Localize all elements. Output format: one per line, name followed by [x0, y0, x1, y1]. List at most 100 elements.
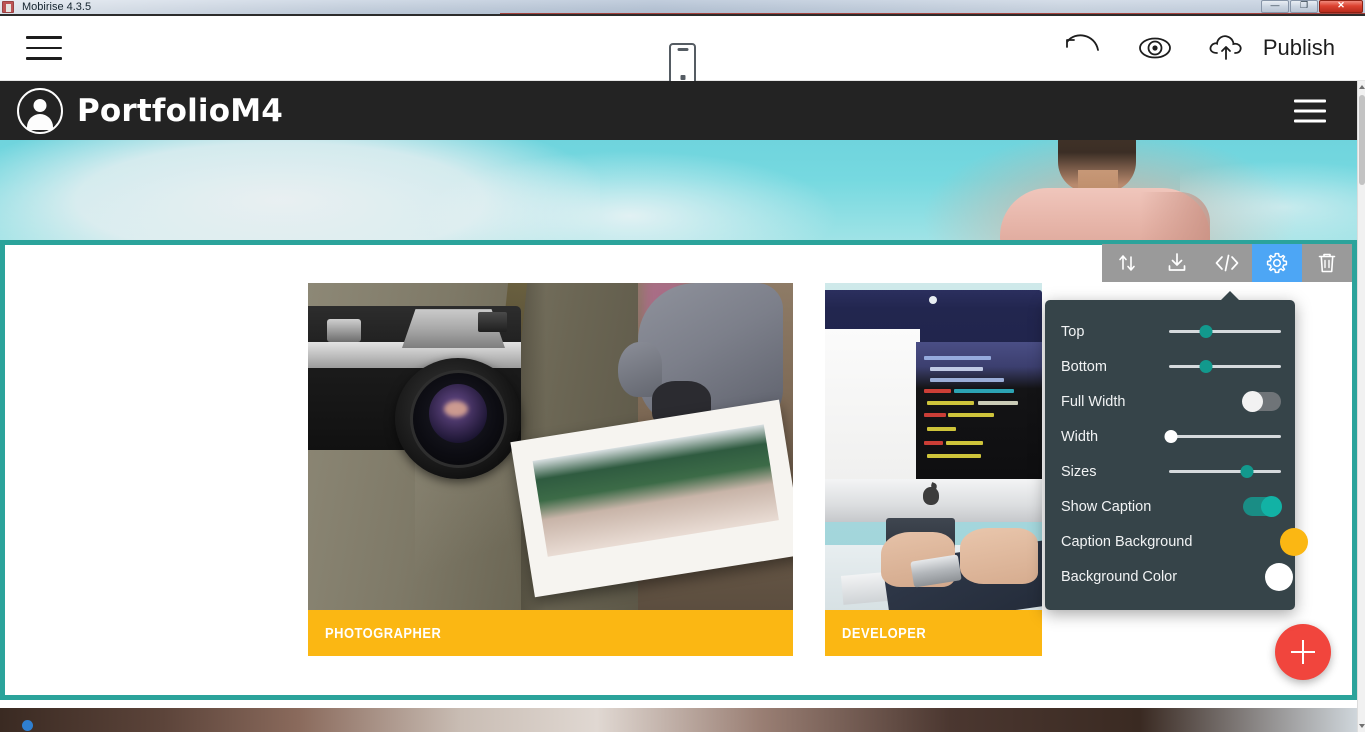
code-line: [978, 400, 1019, 405]
close-button[interactable]: ✕: [1319, 0, 1363, 13]
code-line: [926, 454, 981, 459]
undo-button[interactable]: [1061, 31, 1105, 65]
maximize-icon: ❐: [1299, 0, 1309, 10]
gallery-caption-label: DEVELOPER: [842, 624, 927, 642]
slider-knob[interactable]: [1199, 360, 1213, 373]
selected-gallery-block[interactable]: Top Bottom Full Width Width Sizes Show C…: [0, 240, 1357, 700]
gallery-caption: DEVELOPER: [825, 610, 1042, 656]
next-block-preview[interactable]: [0, 708, 1357, 732]
code-line: [926, 400, 974, 405]
publish-button[interactable]: Publish: [1205, 30, 1335, 66]
setting-row-full-width: Full Width: [1045, 384, 1295, 419]
setting-row-bottom: Bottom: [1045, 349, 1295, 384]
width-slider[interactable]: [1164, 430, 1281, 444]
full-width-toggle[interactable]: [1242, 391, 1281, 412]
setting-label-full-width: Full Width: [1061, 393, 1126, 410]
edit-code-button[interactable]: [1202, 244, 1252, 282]
setting-row-caption-background: Caption Background: [1045, 524, 1309, 559]
bottom-padding-slider[interactable]: [1169, 360, 1281, 374]
maximize-button[interactable]: ❐: [1290, 0, 1318, 13]
toggle-knob: [1242, 391, 1263, 412]
device-home-button: [680, 75, 685, 80]
show-caption-toggle[interactable]: [1243, 496, 1282, 517]
add-block-button[interactable]: [1275, 624, 1331, 680]
code-line: [924, 413, 946, 418]
camera-dial: [477, 312, 507, 333]
caption-background-swatch[interactable]: [1280, 527, 1309, 556]
close-icon: ✕: [1337, 0, 1345, 10]
setting-label-bottom: Bottom: [1061, 358, 1107, 375]
hamburger-menu-icon: [1294, 119, 1326, 122]
plus-icon: [1301, 640, 1305, 664]
sizes-slider[interactable]: [1169, 465, 1281, 479]
developer-photo: [825, 283, 1042, 610]
window-title: Mobirise 4.3.5: [22, 1, 92, 13]
user-avatar-circle-icon: [17, 87, 63, 134]
hamburger-menu-icon: [1294, 99, 1326, 102]
slider-knob[interactable]: [1240, 465, 1254, 478]
code-line: [924, 388, 952, 393]
block-settings-panel: Top Bottom Full Width Width Sizes Show C…: [1045, 291, 1309, 610]
site-brand[interactable]: PortfolioM4: [17, 87, 284, 134]
minimize-button[interactable]: —: [1261, 0, 1289, 13]
right-hand: [959, 528, 1038, 584]
hamburger-menu-icon: [26, 46, 62, 49]
setting-row-background-color: Background Color: [1045, 559, 1295, 594]
background-color-swatch[interactable]: [1265, 562, 1294, 591]
next-block-marker: [22, 720, 33, 731]
mobirise-app-window: Mobirise 4.3.5 — ❐ ✕ Publish PortfolioM4…: [0, 0, 1365, 732]
scroll-up-icon[interactable]: [1359, 85, 1365, 89]
hamburger-menu-icon: [26, 36, 62, 39]
download-arrow-icon: [1168, 253, 1186, 271]
avatar-body: [27, 113, 53, 130]
move-block-button[interactable]: [1102, 244, 1152, 282]
setting-label-top: Top: [1061, 323, 1085, 340]
code-line: [945, 440, 984, 445]
camera-dial: [327, 318, 362, 342]
code-line: [924, 355, 992, 360]
preview-button[interactable]: [1133, 31, 1177, 65]
site-menu-button[interactable]: [1294, 99, 1326, 122]
import-block-button[interactable]: [1152, 244, 1202, 282]
hero-cloud: [420, 150, 840, 240]
slider-track: [1169, 470, 1281, 473]
setting-label-show-caption: Show Caption: [1061, 498, 1152, 515]
gallery-item[interactable]: DEVELOPER: [825, 283, 1042, 695]
minimize-icon: —: [1270, 0, 1280, 10]
main-menu-button[interactable]: [26, 36, 62, 60]
code-line: [929, 377, 1004, 382]
delete-block-button[interactable]: [1302, 244, 1352, 282]
top-padding-slider[interactable]: [1169, 325, 1281, 339]
gallery-image-developer[interactable]: [825, 283, 1042, 610]
gallery-item[interactable]: PHOTOGRAPHER: [308, 283, 793, 695]
app-toolbar: Publish: [0, 16, 1365, 85]
avatar-head: [33, 98, 47, 112]
gallery-caption-label: PHOTOGRAPHER: [325, 624, 442, 642]
slider-knob[interactable]: [1199, 325, 1213, 338]
setting-row-width: Width: [1045, 419, 1295, 454]
cloud-upload-icon: [1209, 35, 1242, 60]
gallery-image-photographer[interactable]: [308, 283, 793, 610]
scrollbar-thumb[interactable]: [1359, 95, 1365, 185]
mobile-device-icon[interactable]: [669, 43, 696, 85]
code-line: [953, 388, 1015, 393]
code-line: [948, 413, 995, 418]
block-settings-button[interactable]: [1252, 244, 1302, 282]
setting-label-background-color: Background Color: [1061, 568, 1178, 585]
scroll-down-icon[interactable]: [1359, 724, 1365, 728]
block-toolbar: [1102, 244, 1352, 282]
publish-label: Publish: [1262, 35, 1335, 60]
setting-row-sizes: Sizes: [1045, 454, 1295, 489]
screen-document-pane: [825, 328, 921, 480]
slider-knob[interactable]: [1164, 430, 1178, 443]
code-line: [926, 427, 957, 431]
site-brand-label: PortfolioM4: [77, 92, 284, 129]
canvas-scrollbar[interactable]: [1357, 81, 1365, 732]
gear-icon: [1266, 252, 1288, 274]
site-navbar: PortfolioM4: [0, 81, 1357, 140]
slider-track: [1169, 330, 1281, 333]
toggle-knob: [1261, 496, 1282, 517]
hero-banner-block[interactable]: [0, 140, 1357, 240]
hamburger-menu-icon: [26, 57, 62, 60]
slider-track: [1169, 435, 1281, 438]
